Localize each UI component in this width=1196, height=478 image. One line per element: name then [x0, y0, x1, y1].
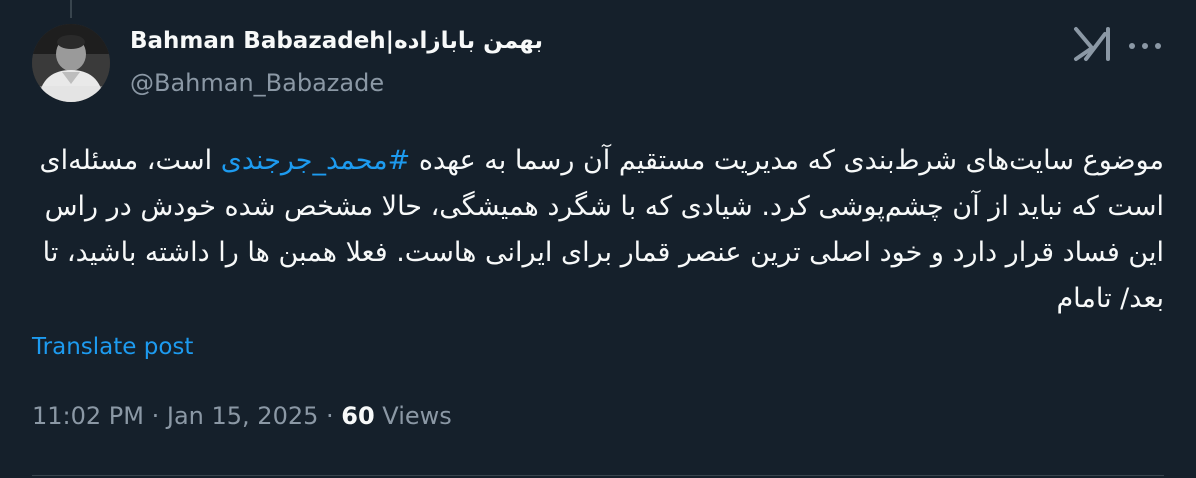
post-text-start: موضوع سایت‌های شرط‌بندی که مدیریت مستقیم… [410, 145, 1164, 176]
author-display-name[interactable]: Bahman Babazadeh|بهمن بابازاده [130, 28, 543, 54]
author-handle[interactable]: @Bahman_Babazade [130, 69, 384, 97]
divider [32, 475, 1164, 476]
avatar[interactable] [32, 24, 110, 102]
views-count[interactable]: 60 [341, 402, 374, 430]
views-label[interactable]: Views [375, 402, 451, 430]
tweet-card: Bahman Babazadeh|بهمن بابازاده @Bahman_B… [0, 0, 1196, 478]
thread-connector [70, 0, 72, 18]
post-meta: 11:02 PM · Jan 15, 2025 · 60 Views [32, 402, 452, 430]
translate-post-link[interactable]: Translate post [32, 334, 193, 360]
meta-separator: · [318, 402, 342, 430]
post-text: موضوع سایت‌های شرط‌بندی که مدیریت مستقیم… [30, 138, 1164, 322]
profile-photo [32, 24, 110, 102]
grok-icon[interactable] [1072, 26, 1112, 62]
post-time[interactable]: 11:02 PM [32, 402, 144, 430]
hashtag-link[interactable]: #محمد_جرجندی [221, 145, 411, 176]
post-date[interactable]: Jan 15, 2025 [167, 402, 319, 430]
more-options-icon[interactable] [1128, 42, 1162, 50]
meta-separator: · [143, 402, 167, 430]
